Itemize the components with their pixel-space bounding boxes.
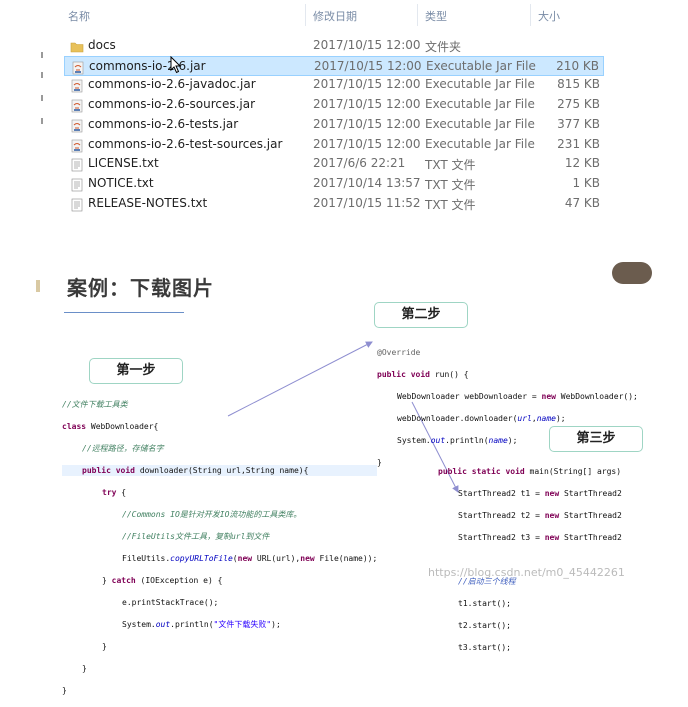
code-text: StartThread2 t3 = bbox=[458, 533, 545, 542]
code-text: URL(url), bbox=[252, 554, 301, 563]
code-method: copyURLToFile bbox=[170, 554, 233, 563]
code-keyword: new bbox=[300, 554, 315, 563]
code-text: .println( bbox=[445, 436, 489, 445]
code-text: } bbox=[102, 576, 112, 585]
code-keyword: public bbox=[377, 370, 406, 379]
code-text: t3.start(); bbox=[458, 643, 511, 652]
code-text: downloader(String url,String name){ bbox=[135, 466, 309, 475]
code-keyword: new bbox=[544, 489, 560, 498]
code-text: e.printStackTrace(); bbox=[122, 598, 219, 607]
code-text: .println( bbox=[170, 620, 214, 629]
code-text: File(name)); bbox=[314, 554, 378, 563]
code-text: } bbox=[102, 642, 107, 651]
code-keyword: new bbox=[541, 392, 556, 401]
code-text: WebDownloader(); bbox=[555, 392, 638, 401]
code-text: WebDownloader{ bbox=[86, 422, 159, 431]
code-text: main(String[] args) bbox=[524, 467, 622, 476]
code-text: FileUtils. bbox=[122, 554, 171, 563]
code-annotation: @Override bbox=[377, 348, 421, 357]
code-text: StartThread2 t1 = bbox=[458, 489, 545, 498]
code-text: ); bbox=[507, 436, 518, 445]
code-keyword: try bbox=[102, 488, 117, 497]
code-string: "文件下载失败" bbox=[213, 620, 272, 629]
code-field: name bbox=[536, 414, 556, 423]
code-keyword: new bbox=[544, 511, 560, 520]
code-text: t2.start(); bbox=[458, 621, 511, 630]
code-keyword: public bbox=[438, 467, 467, 476]
code-text: webDownloader.downloader( bbox=[397, 414, 518, 423]
code-keyword: void bbox=[410, 370, 430, 379]
code-text: run() { bbox=[430, 370, 469, 379]
code-text: StartThread2 bbox=[559, 489, 622, 498]
code-comment: //FileUtils文件工具，复制url到文件 bbox=[122, 532, 270, 541]
code-block-main: public static void main(String[] args) S… bbox=[438, 455, 622, 664]
code-keyword: new bbox=[544, 533, 560, 542]
code-keyword: void bbox=[505, 467, 525, 476]
code-field: out bbox=[155, 620, 171, 629]
code-text: t1.start(); bbox=[458, 599, 511, 608]
watermark: https://blog.csdn.net/m0_45442261 bbox=[428, 566, 625, 579]
code-keyword: catch bbox=[111, 576, 136, 585]
code-text: ); bbox=[271, 620, 281, 629]
code-text: { bbox=[116, 488, 127, 497]
code-keyword: new bbox=[237, 554, 253, 563]
code-text: WebDownloader webDownloader = bbox=[397, 392, 542, 401]
code-keyword: static bbox=[471, 467, 501, 476]
code-field: url bbox=[517, 414, 532, 423]
code-keyword: public bbox=[82, 466, 111, 475]
code-keyword: class bbox=[62, 422, 87, 431]
code-text: StartThread2 bbox=[559, 511, 622, 520]
code-text: } bbox=[82, 664, 87, 673]
code-comment: //Commons IO是针对开发IO流功能的工具类库。 bbox=[122, 510, 302, 519]
code-text: StartThread2 bbox=[559, 533, 622, 542]
code-field: name bbox=[488, 436, 508, 445]
code-block-downloader: //文件下载工具类 class WebDownloader{ //远程路径，存储… bbox=[62, 388, 378, 707]
code-text: System. bbox=[397, 436, 431, 445]
code-text: } bbox=[62, 686, 67, 695]
code-text: ); bbox=[555, 414, 566, 423]
code-keyword: void bbox=[115, 466, 135, 475]
code-text: } bbox=[377, 458, 382, 467]
code-text: StartThread2 t2 = bbox=[458, 511, 545, 520]
code-comment: //远程路径，存储名字 bbox=[82, 444, 164, 453]
code-text: System. bbox=[122, 620, 156, 629]
code-field: out bbox=[430, 436, 446, 445]
code-comment: //文件下载工具类 bbox=[62, 400, 128, 409]
code-text: (IOException e) { bbox=[135, 576, 223, 585]
